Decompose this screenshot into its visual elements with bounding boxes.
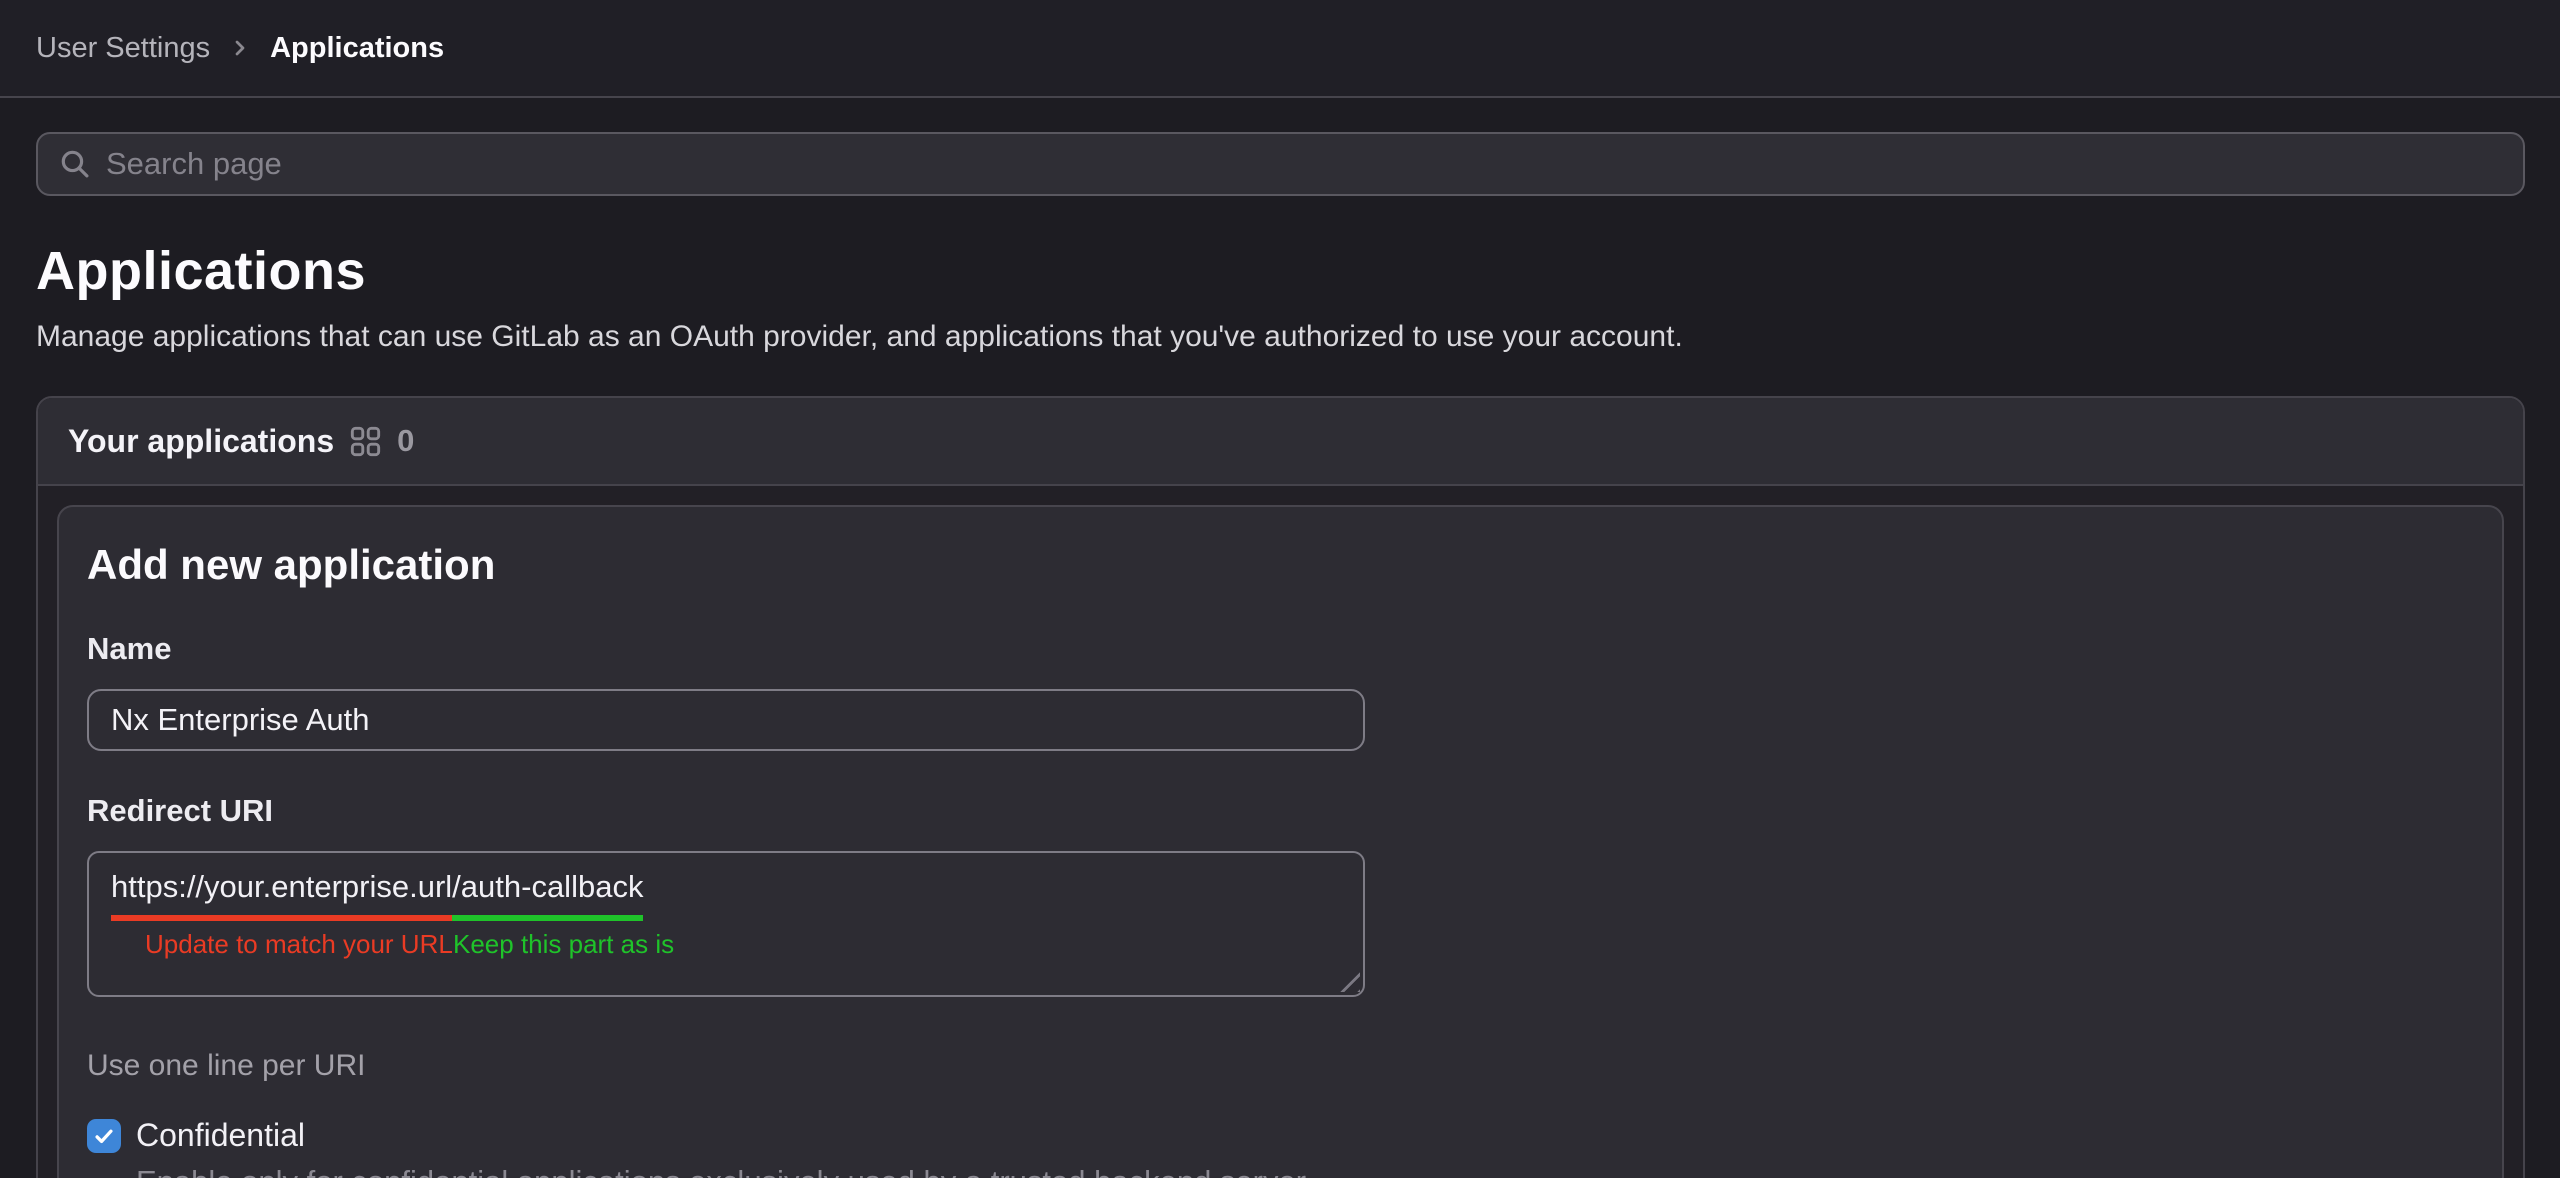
- page-description: Manage applications that can use GitLab …: [36, 320, 2524, 354]
- redirect-uri-field-group: Redirect URI https://your.enterprise.url…: [87, 793, 2474, 1083]
- redirect-uri-textarea[interactable]: https://your.enterprise.url/auth-callbac…: [87, 851, 1365, 997]
- search-input[interactable]: [106, 146, 2503, 182]
- page-title: Applications: [36, 240, 2524, 302]
- card-title: Add new application: [87, 541, 2474, 589]
- your-applications-header: Your applications 0: [38, 398, 2523, 486]
- textarea-resize-handle[interactable]: [1338, 970, 1360, 992]
- confidential-checkbox[interactable]: [87, 1119, 121, 1153]
- chevron-right-icon: [228, 36, 252, 60]
- uri-hint: Use one line per URI: [87, 1049, 2474, 1083]
- uri-annotations: Update to match your URL Keep this part …: [111, 919, 1363, 961]
- confidential-label[interactable]: Confidential: [136, 1117, 305, 1154]
- panel-title: Your applications: [68, 423, 334, 460]
- confidential-row: Confidential: [87, 1117, 2474, 1154]
- redirect-uri-label: Redirect URI: [87, 793, 2474, 829]
- add-new-application-card: Add new application Name Redirect URI ht…: [57, 505, 2504, 1178]
- checkmark-icon: [92, 1124, 116, 1148]
- breadcrumb-applications[interactable]: Applications: [270, 32, 444, 65]
- uri-host-part: https://your.enterprise.url: [111, 869, 452, 921]
- panel-body: Add new application Name Redirect URI ht…: [38, 486, 2523, 1178]
- confidential-help-text: Enable only for confidential application…: [136, 1162, 1356, 1178]
- applications-count-badge: 0: [397, 423, 414, 459]
- application-name-input[interactable]: [87, 689, 1365, 751]
- applications-grid-icon: [350, 426, 381, 457]
- name-field-group: Name: [87, 631, 2474, 751]
- annotation-keep-part: Keep this part as is: [453, 929, 674, 960]
- uri-path-part: /auth-callback: [452, 869, 643, 921]
- breadcrumb-user-settings[interactable]: User Settings: [36, 32, 210, 65]
- breadcrumb: User Settings Applications: [0, 0, 2560, 98]
- name-label: Name: [87, 631, 2474, 667]
- redirect-uri-value: https://your.enterprise.url/auth-callbac…: [111, 869, 1363, 905]
- your-applications-panel: Your applications 0 Add new application …: [36, 396, 2525, 1178]
- search-icon: [58, 147, 92, 181]
- annotation-update-url: Update to match your URL: [145, 929, 453, 960]
- search-bar[interactable]: [36, 132, 2525, 196]
